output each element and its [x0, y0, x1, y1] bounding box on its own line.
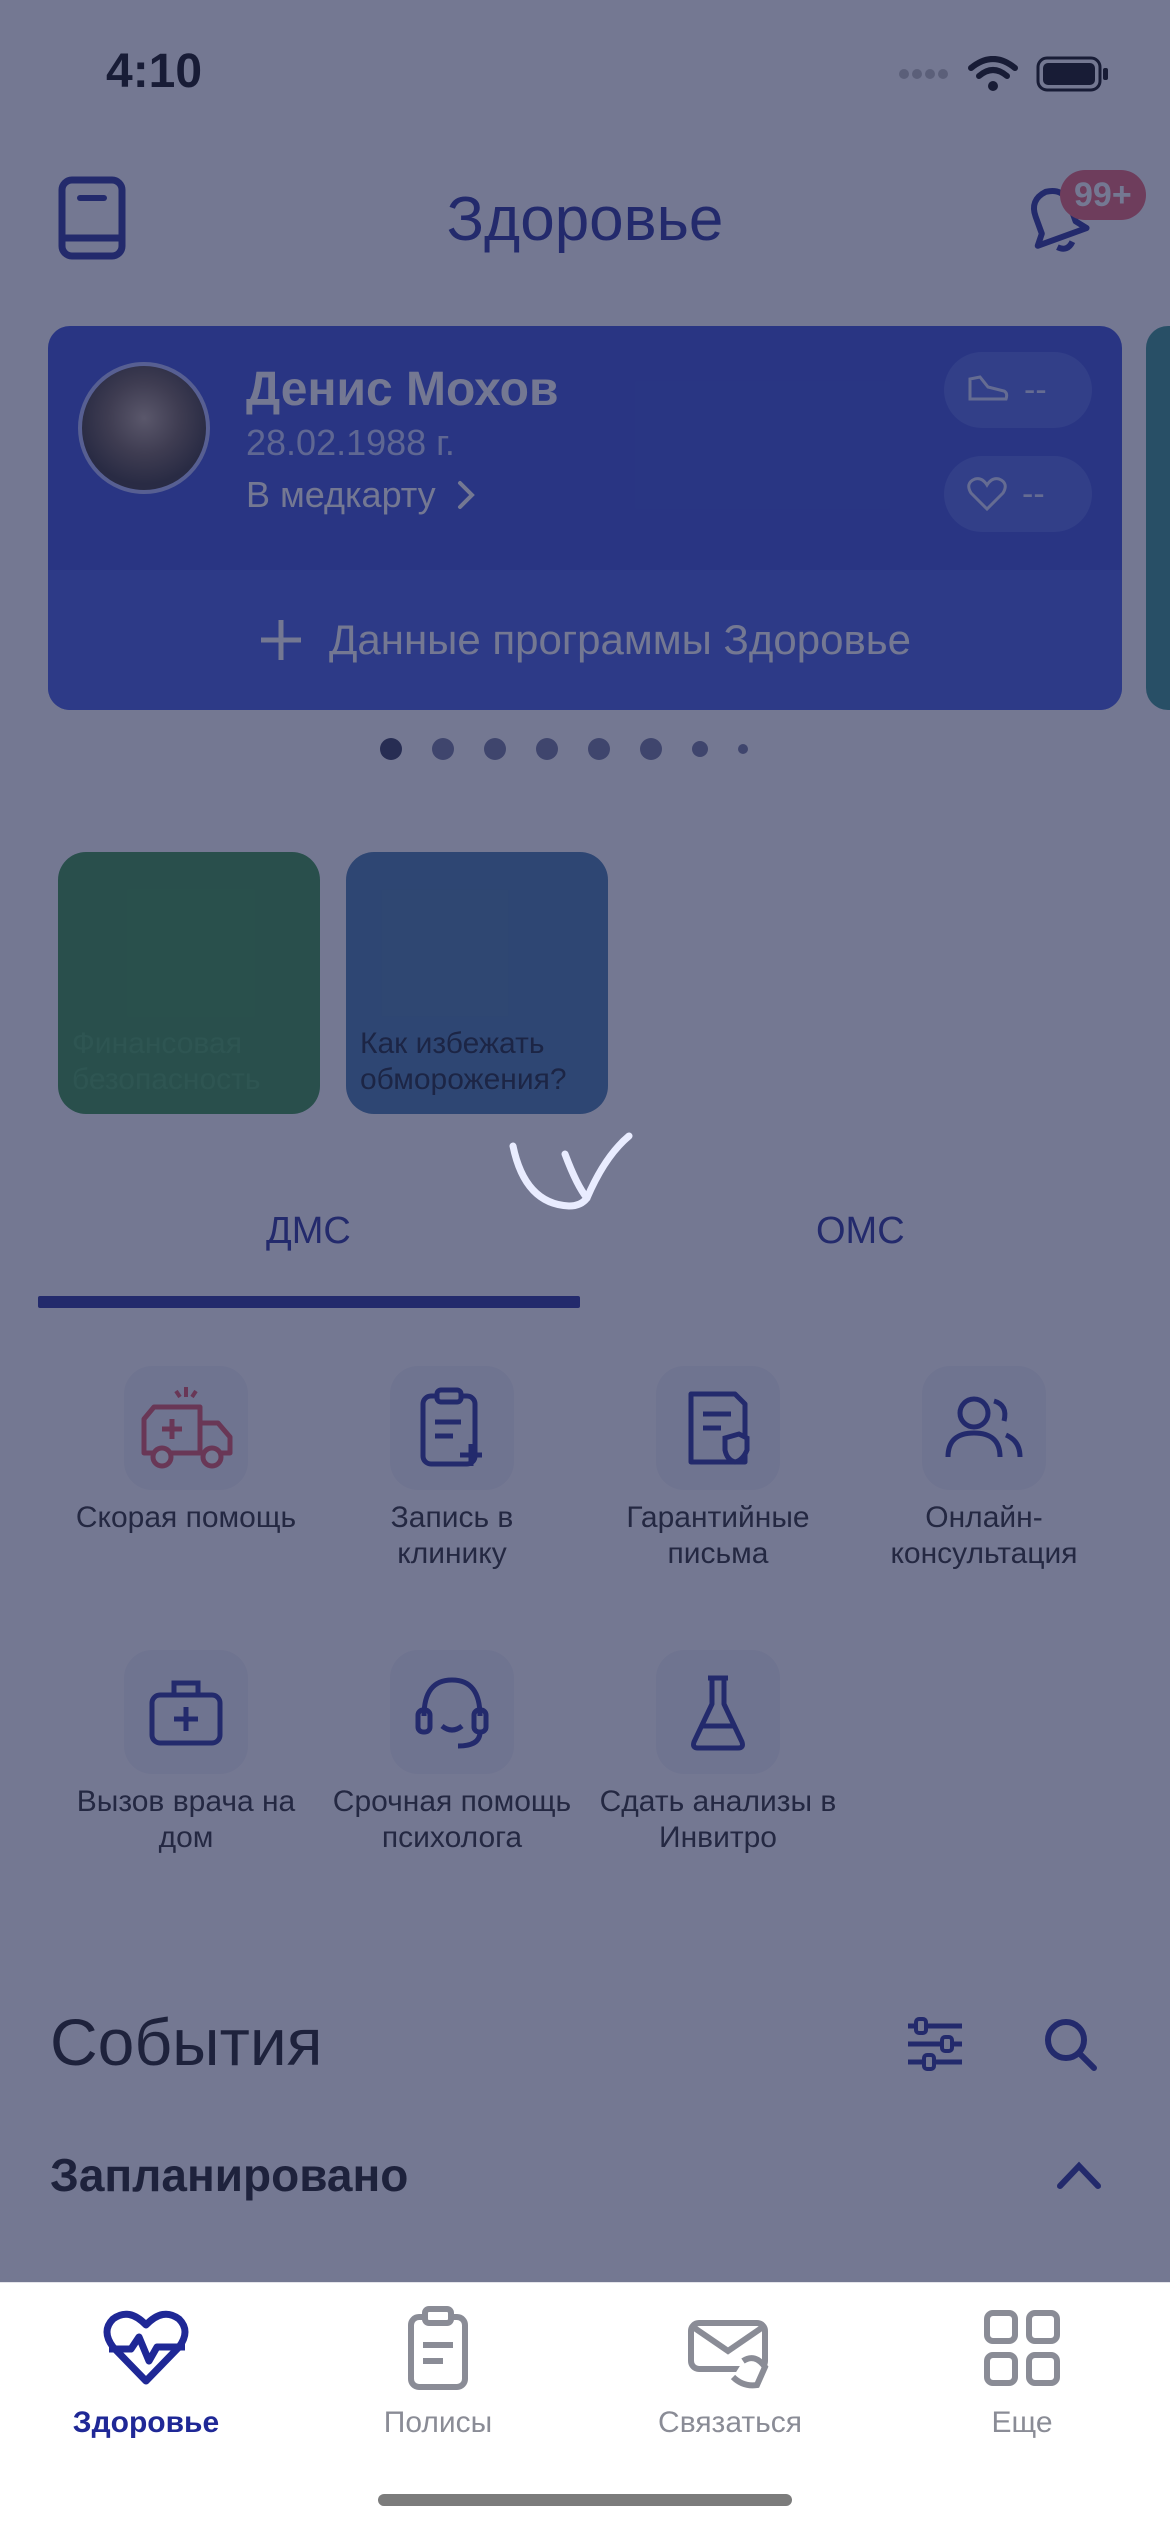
- service-icon-bg: [124, 1366, 248, 1490]
- nav-item-contact[interactable]: Связаться: [610, 2303, 850, 2440]
- phone-mail-icon: [688, 2320, 769, 2389]
- heart-icon: [967, 477, 1007, 512]
- service-label: Гарантийные письма: [626, 1501, 810, 1570]
- events-title: События: [50, 2005, 323, 2079]
- wifi-icon: [968, 56, 1018, 91]
- next-card-peek[interactable]: [1146, 326, 1170, 710]
- service-psychologist[interactable]: Срочная помощь психолога: [332, 1650, 572, 1856]
- home-indicator[interactable]: [378, 2494, 792, 2506]
- nav-item-more[interactable]: Еще: [902, 2303, 1142, 2440]
- profile-card[interactable]: Денис Мохов 28.02.1988 г. В медкарту -- …: [48, 326, 1122, 710]
- pulse-pill[interactable]: --: [944, 456, 1092, 532]
- profile-name: Денис Мохов: [246, 363, 559, 416]
- medcard-link[interactable]: В медкарту: [246, 474, 476, 516]
- medkit-icon: [149, 1680, 223, 1746]
- document-shield-icon: [688, 1391, 750, 1465]
- carousel-dots: [380, 738, 748, 760]
- users-icon: [945, 1396, 1023, 1458]
- carousel-dot-active[interactable]: [380, 738, 402, 760]
- page: 4:10 Здоровье 99+ Денис Мохов 28.02.1988…: [0, 0, 1170, 2282]
- service-ambulance[interactable]: Скорая помощь: [66, 1366, 306, 1536]
- tab-oms[interactable]: ОМС: [816, 1210, 905, 1253]
- status-time: 4:10: [106, 45, 203, 98]
- ambulance-icon: [141, 1387, 233, 1469]
- grid-icon: [984, 2310, 1060, 2386]
- service-clinic-appointment[interactable]: Запись в клинику: [332, 1366, 572, 1572]
- service-invitro-tests[interactable]: Сдать анализы в Инвитро: [598, 1650, 838, 1856]
- clipboard-plus-icon: [420, 1387, 482, 1467]
- loading-spinner-icon: [509, 1132, 633, 1210]
- plus-icon: [260, 620, 301, 660]
- story-card[interactable]: Финансовая безопасность: [58, 852, 320, 1114]
- carousel-dot[interactable]: [692, 741, 708, 757]
- nav-item-health[interactable]: Здоровье: [26, 2303, 266, 2440]
- nav-item-policies[interactable]: Полисы: [318, 2303, 558, 2440]
- notifications-badge: 99+: [1060, 170, 1146, 220]
- nav-label: Полисы: [383, 2406, 493, 2439]
- active-tab-indicator: [38, 1296, 580, 1308]
- service-label: Вызов врача на дом: [76, 1785, 296, 1854]
- carousel-dot[interactable]: [588, 738, 610, 760]
- steps-pill[interactable]: --: [944, 352, 1092, 428]
- events-section-title[interactable]: Запланировано: [50, 2148, 408, 2202]
- service-icon-bg: [656, 1650, 780, 1774]
- carousel-dot[interactable]: [432, 738, 454, 760]
- steps-value: --: [1024, 370, 1047, 409]
- carousel-dot[interactable]: [640, 738, 662, 760]
- service-label: Скорая помощь: [75, 1501, 297, 1534]
- nav-label: Еще: [991, 2406, 1053, 2439]
- story-card[interactable]: Как избежать обморожения?: [346, 852, 608, 1114]
- signal-icon: [899, 69, 948, 79]
- service-online-consultation[interactable]: Онлайн-консультация: [864, 1366, 1104, 1572]
- battery-icon: [1036, 56, 1108, 92]
- flask-icon: [691, 1675, 745, 1751]
- chevron-up-icon[interactable]: [1054, 2156, 1104, 2192]
- service-guarantee-letters[interactable]: Гарантийные письма: [598, 1366, 838, 1572]
- service-icon-bg: [922, 1366, 1046, 1490]
- carousel-dot[interactable]: [484, 738, 506, 760]
- carousel-dot[interactable]: [536, 738, 558, 760]
- story-label: Финансовая безопасность: [72, 1027, 261, 1096]
- service-label: Запись в клинику: [390, 1501, 514, 1570]
- service-label: Срочная помощь психолога: [332, 1785, 572, 1854]
- service-icon-bg: [124, 1650, 248, 1774]
- carousel-dot[interactable]: [738, 744, 748, 754]
- service-label: Сдать анализы в Инвитро: [599, 1785, 837, 1854]
- filter-icon[interactable]: [906, 2016, 964, 2072]
- story-label: Как избежать обморожения?: [360, 1027, 567, 1096]
- chevron-right-icon: [457, 481, 475, 509]
- pulse-value: --: [1022, 474, 1045, 513]
- service-icon-bg: [390, 1366, 514, 1490]
- health-program-button[interactable]: Данные программы Здоровье: [48, 570, 1122, 710]
- service-icon-bg: [390, 1650, 514, 1774]
- page-title: Здоровье: [446, 185, 724, 254]
- heart-pulse-icon: [103, 2310, 189, 2385]
- headset-icon: [415, 1677, 489, 1749]
- medcard-link-label: В медкарту: [246, 474, 436, 515]
- sneaker-icon: [968, 375, 1009, 401]
- search-icon[interactable]: [1040, 2014, 1100, 2074]
- nav-label: Связаться: [658, 2406, 802, 2439]
- service-icon-bg: [656, 1366, 780, 1490]
- profile-dob: 28.02.1988 г.: [246, 422, 455, 463]
- health-program-label: Данные программы Здоровье: [328, 616, 911, 663]
- avatar: [78, 362, 210, 494]
- nav-label: Здоровье: [72, 2406, 220, 2439]
- status-icons: [898, 56, 1110, 92]
- service-home-doctor[interactable]: Вызов врача на дом: [66, 1650, 306, 1856]
- service-label: Онлайн-консультация: [890, 1501, 1078, 1570]
- clipboard-icon: [408, 2306, 468, 2390]
- tab-dms[interactable]: ДМС: [266, 1210, 351, 1253]
